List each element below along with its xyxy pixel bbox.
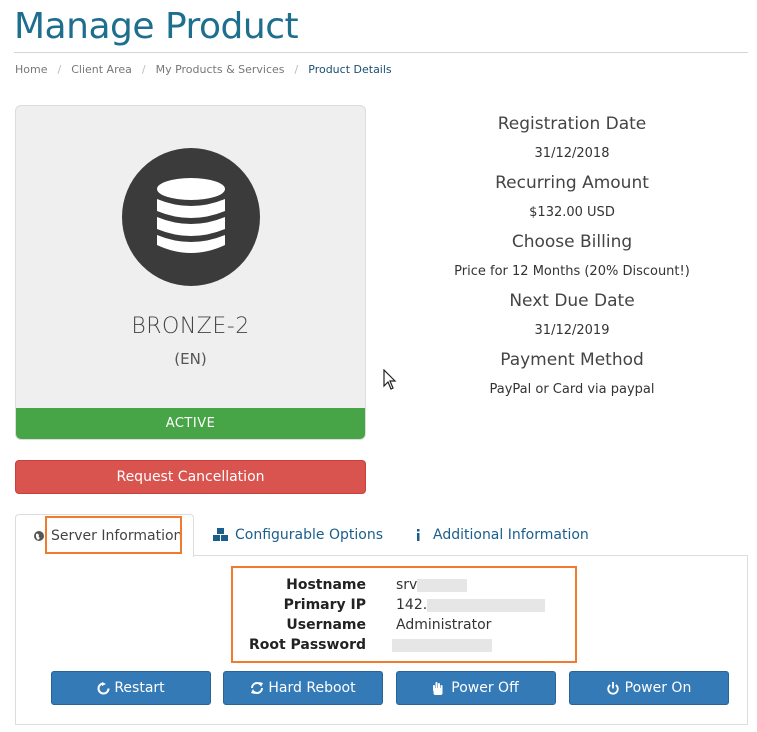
choose-billing-label: Choose Billing	[511, 232, 633, 252]
info-icon	[415, 529, 421, 541]
request-cancellation-button[interactable]: Request Cancellation	[15, 460, 366, 494]
cubes-icon	[213, 528, 229, 542]
product-group: (EN)	[174, 350, 207, 368]
mouse-cursor-icon	[383, 369, 397, 390]
recurring-amount-value: $132.00 USD	[529, 205, 615, 220]
breadcrumb-my-products[interactable]: My Products & Services	[156, 63, 285, 76]
breadcrumb-client-area[interactable]: Client Area	[71, 63, 132, 76]
button-label: Hard Reboot	[268, 680, 356, 696]
status-badge: ACTIVE	[16, 408, 365, 439]
page-title: Manage Product	[14, 6, 299, 47]
button-label: Power Off	[451, 680, 519, 696]
button-label: Restart	[114, 680, 165, 696]
breadcrumb-separator: /	[141, 63, 146, 76]
tab-server-information[interactable]: Server Information	[15, 514, 194, 557]
recurring-amount-label: Recurring Amount	[495, 173, 649, 193]
tab-additional-information[interactable]: Additional Information	[415, 514, 589, 556]
globe-icon	[33, 530, 45, 542]
button-label: Power On	[624, 680, 692, 696]
product-icon-circle	[122, 148, 260, 286]
hostname-value: srv	[396, 577, 468, 593]
next-due-date-label: Next Due Date	[509, 291, 635, 311]
breadcrumb-separator: /	[294, 63, 299, 76]
title-divider	[14, 52, 748, 53]
breadcrumb: Home / Client Area / My Products & Servi…	[15, 63, 392, 76]
primary-ip-text: 142.	[396, 597, 428, 613]
power-off-button[interactable]: Power Off	[396, 671, 556, 705]
refresh-icon	[250, 681, 264, 695]
username-label: Username	[286, 617, 366, 633]
registration-date-label: Registration Date	[497, 114, 647, 134]
hard-reboot-button[interactable]: Hard Reboot	[223, 671, 383, 705]
tab-bar: Server Information Configurable Options …	[15, 514, 748, 557]
redacted-block	[392, 638, 492, 652]
refresh-icon	[97, 681, 110, 695]
database-icon	[157, 178, 225, 253]
tab-label: Configurable Options	[235, 527, 383, 543]
breadcrumb-product-details: Product Details	[308, 63, 392, 76]
hostname-text: srv	[396, 577, 418, 593]
payment-method-label: Payment Method	[500, 350, 644, 370]
primary-ip-label: Primary IP	[283, 597, 366, 613]
root-password-value	[392, 637, 492, 653]
restart-button[interactable]: Restart	[51, 671, 211, 705]
tab-label: Server Information	[51, 528, 183, 544]
registration-date-value: 31/12/2018	[534, 146, 610, 161]
primary-ip-value: 142.	[396, 597, 546, 613]
product-details: Registration Date 31/12/2018 Recurring A…	[387, 112, 757, 407]
breadcrumb-separator: /	[57, 63, 62, 76]
power-icon	[606, 681, 619, 695]
username-value: Administrator	[396, 617, 492, 633]
root-password-label: Root Password	[248, 637, 366, 653]
product-card: BRONZE-2 (EN) ACTIVE	[15, 105, 366, 440]
breadcrumb-home[interactable]: Home	[15, 63, 47, 76]
tab-configurable-options[interactable]: Configurable Options	[213, 514, 383, 556]
redacted-block	[417, 578, 468, 592]
hostname-label: Hostname	[286, 577, 366, 593]
power-on-button[interactable]: Power On	[569, 671, 729, 705]
product-name: BRONZE-2	[131, 314, 250, 339]
next-due-date-value: 31/12/2019	[534, 323, 610, 338]
hand-stop-icon	[433, 681, 443, 695]
redacted-block	[427, 598, 546, 612]
choose-billing-value: Price for 12 Months (20% Discount!)	[454, 264, 690, 279]
tab-label: Additional Information	[433, 527, 589, 543]
payment-method-value: PayPal or Card via paypal	[489, 382, 655, 397]
